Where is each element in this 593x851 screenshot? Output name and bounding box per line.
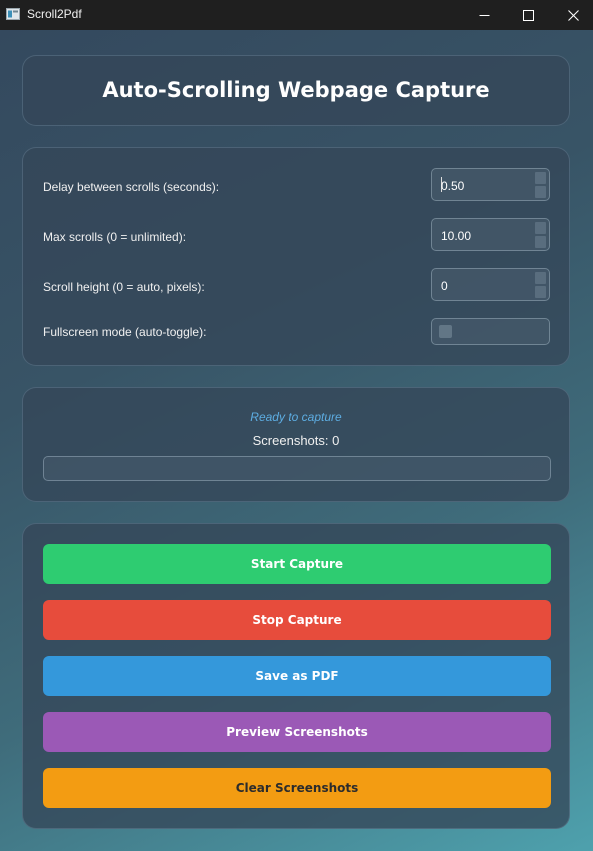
delay-label: Delay between scrolls (seconds): xyxy=(43,180,220,194)
page-title: Auto-Scrolling Webpage Capture xyxy=(102,78,490,102)
window-title: Scroll2Pdf xyxy=(27,7,82,21)
delay-increment-arrow[interactable] xyxy=(535,172,546,184)
minimize-button[interactable] xyxy=(461,0,507,30)
delay-value[interactable]: 0.50 xyxy=(441,179,464,193)
title-bar[interactable]: Scroll2Pdf xyxy=(0,0,593,30)
start-capture-button[interactable]: Start Capture xyxy=(43,544,551,584)
checkbox-indicator[interactable] xyxy=(439,325,452,338)
close-button[interactable] xyxy=(550,0,593,30)
title-panel: Auto-Scrolling Webpage Capture xyxy=(22,55,570,126)
scroll-height-increment-arrow[interactable] xyxy=(535,272,546,284)
settings-panel: Delay between scrolls (seconds): 0.50 Ma… xyxy=(22,147,570,366)
scroll-height-label: Scroll height (0 = auto, pixels): xyxy=(43,280,205,294)
scroll-height-decrement-arrow[interactable] xyxy=(535,286,546,298)
app-window-icon xyxy=(6,8,20,20)
fullscreen-checkbox[interactable] xyxy=(431,318,550,345)
scroll-height-value[interactable]: 0 xyxy=(441,279,448,293)
max-scrolls-label: Max scrolls (0 = unlimited): xyxy=(43,230,187,244)
status-panel: Ready to capture Screenshots: 0 xyxy=(22,387,570,502)
save-pdf-button[interactable]: Save as PDF xyxy=(43,656,551,696)
max-scrolls-decrement-arrow[interactable] xyxy=(535,236,546,248)
close-icon xyxy=(567,9,579,21)
max-scrolls-spinbox[interactable]: 10.00 xyxy=(431,218,550,251)
stop-capture-button[interactable]: Stop Capture xyxy=(43,600,551,640)
preview-screenshots-button[interactable]: Preview Screenshots xyxy=(43,712,551,752)
clear-screenshots-button[interactable]: Clear Screenshots xyxy=(43,768,551,808)
max-scrolls-increment-arrow[interactable] xyxy=(535,222,546,234)
main-content: Auto-Scrolling Webpage Capture Delay bet… xyxy=(0,30,593,851)
maximize-button[interactable] xyxy=(505,0,551,30)
scroll-height-spinbox[interactable]: 0 xyxy=(431,268,550,301)
delay-decrement-arrow[interactable] xyxy=(535,186,546,198)
minimize-icon xyxy=(479,14,489,16)
status-message: Ready to capture xyxy=(250,410,342,424)
progress-bar xyxy=(43,456,551,481)
delay-spinbox[interactable]: 0.50 xyxy=(431,168,550,201)
actions-panel: Start Capture Stop Capture Save as PDF P… xyxy=(22,523,570,829)
app-window: Scroll2Pdf Auto-Scrolling Webpage Captur… xyxy=(0,0,593,851)
fullscreen-label: Fullscreen mode (auto-toggle): xyxy=(43,325,207,339)
max-scrolls-value[interactable]: 10.00 xyxy=(441,229,471,243)
maximize-icon xyxy=(522,9,534,21)
screenshot-count: Screenshots: 0 xyxy=(252,433,340,448)
